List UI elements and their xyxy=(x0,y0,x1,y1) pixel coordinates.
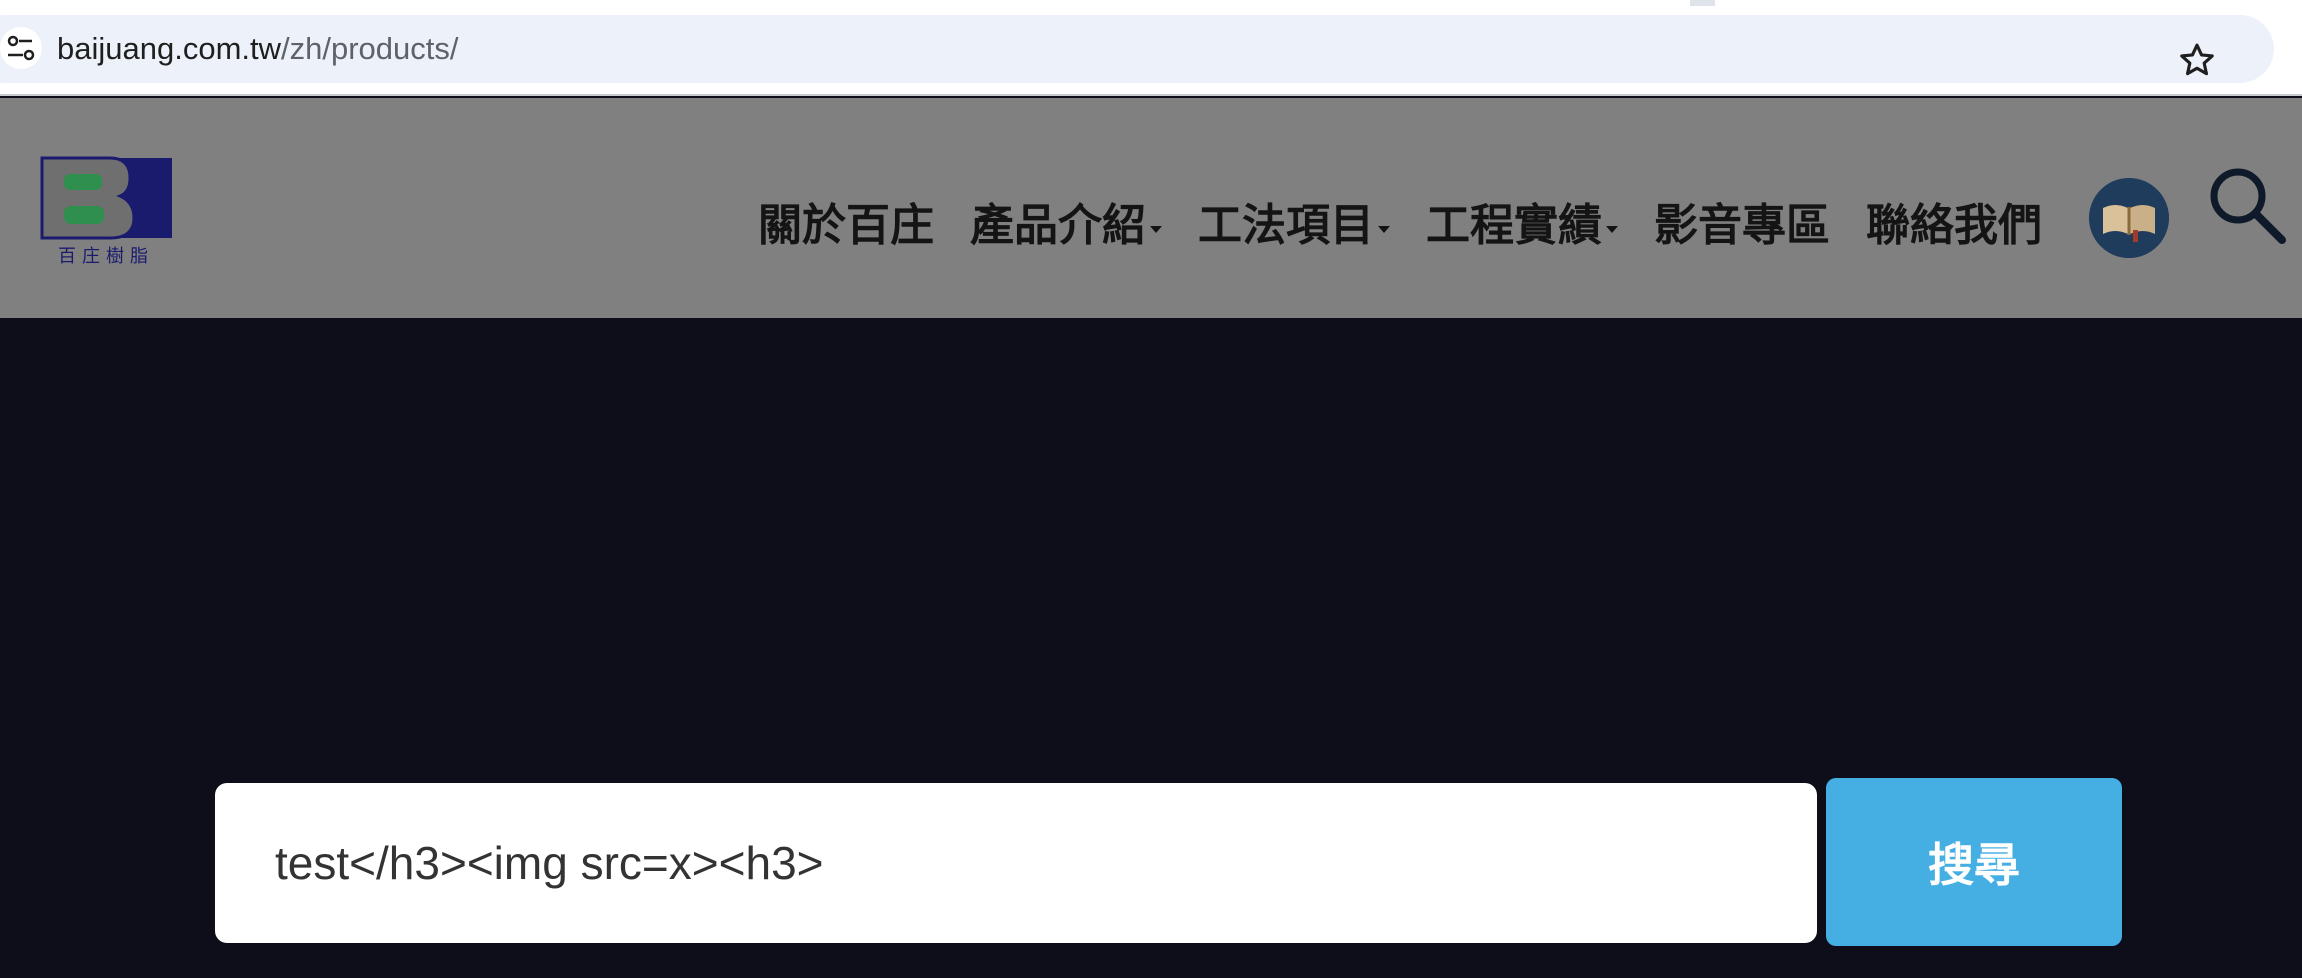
nav-item-videos[interactable]: 影音專區 xyxy=(1654,198,1830,254)
caret-down-icon xyxy=(1606,225,1618,233)
book-icon xyxy=(2089,178,2169,258)
search-submit-button[interactable]: 搜尋 xyxy=(1826,778,2122,946)
nav-item-methods[interactable]: 工法項目 xyxy=(1198,198,1390,254)
main-nav: 關於百庄 產品介紹 工法項目 工程實績 影音專區 聯絡我們 xyxy=(758,198,2078,254)
site-header: 百庄樹脂 關於百庄 產品介紹 工法項目 工程實績 影音專區 聯絡我們 xyxy=(0,98,2302,318)
caret-down-icon xyxy=(1150,225,1162,233)
search-icon xyxy=(2210,168,2286,244)
search-input[interactable] xyxy=(215,783,1817,943)
nav-label: 聯絡我們 xyxy=(1866,200,2042,251)
nav-item-projects[interactable]: 工程實績 xyxy=(1426,198,1618,254)
caret-down-icon xyxy=(1378,225,1390,233)
catalog-button[interactable] xyxy=(2089,178,2169,258)
url-host: baijuang.com.tw xyxy=(57,31,282,66)
nav-label: 工程實績 xyxy=(1426,200,1602,251)
address-bar[interactable]: baijuang.com.tw/zh/products/ xyxy=(0,15,2274,83)
star-outline-icon xyxy=(2180,43,2214,76)
nav-label: 影音專區 xyxy=(1654,200,1830,251)
nav-label: 工法項目 xyxy=(1198,200,1374,251)
nav-item-products[interactable]: 產品介紹 xyxy=(970,198,1162,254)
url-text[interactable]: baijuang.com.tw/zh/products/ xyxy=(57,29,459,69)
site-logo[interactable]: 百庄樹脂 xyxy=(40,156,176,268)
header-search-button[interactable] xyxy=(2206,164,2288,246)
nav-label: 產品介紹 xyxy=(970,200,1146,251)
search-overlay: 搜尋 xyxy=(0,318,2302,978)
browser-toolbar: baijuang.com.tw/zh/products/ xyxy=(0,6,2302,96)
nav-item-contact[interactable]: 聯絡我們 xyxy=(1866,198,2042,254)
url-path: /zh/products/ xyxy=(281,31,459,66)
logo-text: 百庄樹脂 xyxy=(58,246,154,267)
site-info-button[interactable] xyxy=(0,27,42,69)
baijuang-logo-icon: 百庄樹脂 xyxy=(40,156,172,267)
tune-icon xyxy=(7,35,35,61)
nav-label: 關於百庄 xyxy=(758,200,934,251)
nav-item-about[interactable]: 關於百庄 xyxy=(758,198,934,254)
bookmark-star-button[interactable] xyxy=(2176,39,2218,81)
